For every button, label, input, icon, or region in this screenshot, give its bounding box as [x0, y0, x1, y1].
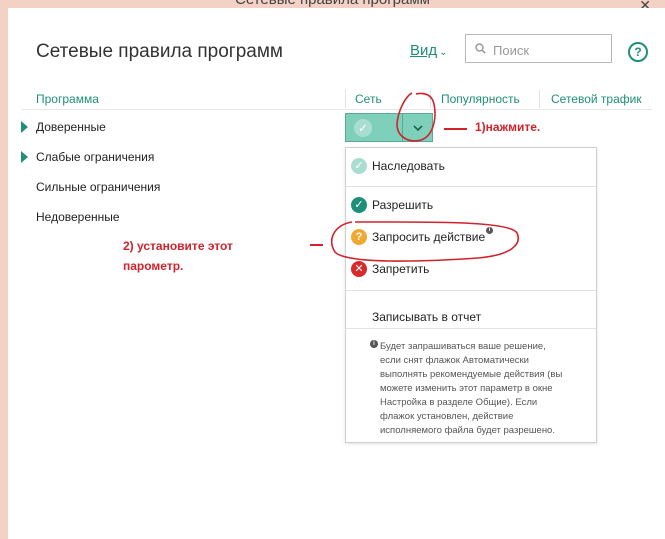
annotation-step2: 2) установите этот парометр. — [123, 239, 233, 273]
annotation-step1: 1)нажмите. — [475, 120, 541, 134]
annotation-circle — [330, 221, 519, 262]
annotation-overlay — [310, 92, 519, 262]
annotation-circle — [396, 92, 436, 142]
